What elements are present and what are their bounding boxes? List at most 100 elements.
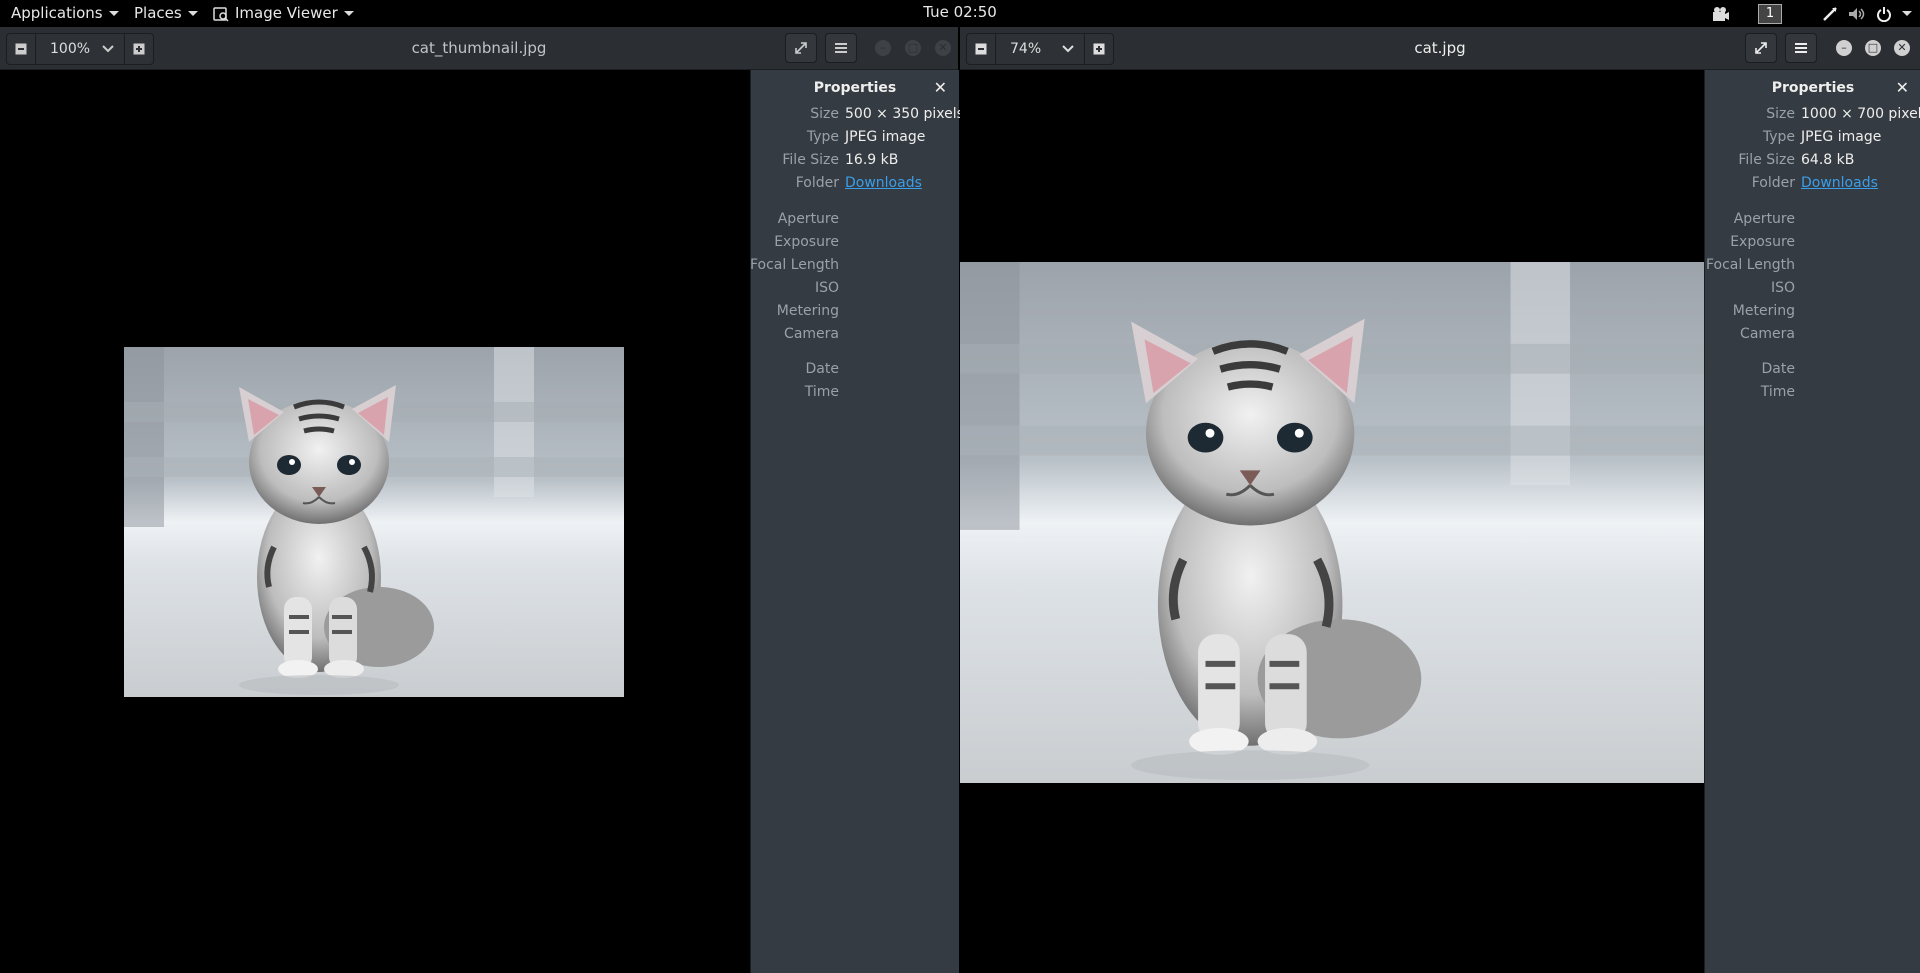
- property-key: Size: [1766, 106, 1795, 122]
- property-key: Folder: [795, 175, 839, 191]
- zoom-control: 74%: [966, 33, 1114, 65]
- window-cat-thumbnail: cat_thumbnail.jpg 100% – □ ✕ Properties …: [0, 27, 964, 973]
- property-row: File Size 16.9 kB: [751, 152, 959, 172]
- property-value: 16.9 kB: [845, 152, 899, 168]
- exif-row: Camera: [751, 326, 959, 346]
- exif-key: Camera: [1740, 326, 1795, 342]
- date-row: Date: [751, 361, 959, 381]
- property-row: Type JPEG image: [1705, 129, 1920, 149]
- chevron-down-icon: [1062, 45, 1074, 53]
- hamburger-menu-button[interactable]: [825, 33, 857, 63]
- property-value: 500 × 350 pixels: [845, 106, 964, 122]
- time-key: Time: [1760, 384, 1795, 400]
- minimize-button[interactable]: –: [875, 40, 891, 56]
- zoom-level-select[interactable]: 100%: [35, 34, 125, 64]
- zoom-control: 100%: [6, 33, 154, 65]
- time-row: Time: [751, 384, 959, 404]
- workspace-indicator[interactable]: 1: [1758, 3, 1782, 24]
- zoom-out-button[interactable]: [7, 34, 35, 64]
- system-tray: 1: [1712, 0, 1912, 27]
- close-icon: ✕: [1897, 41, 1907, 54]
- caret-down-icon[interactable]: [1902, 11, 1912, 16]
- zoom-in-icon: [1093, 43, 1105, 55]
- kitten-image: [960, 262, 1704, 783]
- window-cat: cat.jpg 74% – □ ✕ Properties ✕ Size 1000…: [960, 27, 1920, 973]
- exif-row: ISO: [1705, 280, 1920, 300]
- volume-icon[interactable]: [1848, 6, 1866, 22]
- close-icon: ✕: [938, 41, 948, 54]
- property-value: 1000 × 700 pixels: [1801, 106, 1920, 122]
- exif-key: ISO: [814, 280, 839, 296]
- property-row: Folder Downloads: [1705, 175, 1920, 195]
- minimize-icon: –: [880, 41, 886, 54]
- network-icon[interactable]: [1822, 6, 1838, 22]
- zoom-in-button[interactable]: [1085, 34, 1113, 64]
- minimize-icon: –: [1841, 41, 1847, 54]
- zoom-level-value: 74%: [1010, 41, 1042, 57]
- fullscreen-icon: [1755, 42, 1767, 54]
- property-value: JPEG image: [1801, 129, 1882, 145]
- folder-link[interactable]: Downloads: [845, 175, 922, 191]
- properties-panel: Properties ✕ Size 1000 × 700 pixels Type J…: [1704, 70, 1920, 973]
- exif-row: Exposure: [1705, 234, 1920, 254]
- maximize-button[interactable]: □: [905, 40, 921, 56]
- exif-key: Camera: [784, 326, 839, 342]
- close-button[interactable]: ✕: [935, 40, 951, 56]
- image-canvas[interactable]: [0, 70, 750, 973]
- property-row: Folder Downloads: [751, 175, 959, 195]
- camera-icon[interactable]: [1712, 6, 1730, 22]
- maximize-icon: □: [1867, 41, 1879, 54]
- zoom-out-button[interactable]: [967, 34, 995, 64]
- exif-key: Focal Length: [1705, 257, 1795, 273]
- property-row: Type JPEG image: [751, 129, 959, 149]
- image-canvas[interactable]: [960, 70, 1704, 973]
- date-key: Date: [1761, 361, 1795, 377]
- clock[interactable]: Tue 02:50: [0, 0, 1920, 25]
- folder-link[interactable]: Downloads: [1801, 175, 1878, 191]
- fullscreen-icon: [795, 42, 807, 54]
- maximize-icon: □: [907, 41, 919, 54]
- close-properties-icon[interactable]: ✕: [1896, 78, 1909, 97]
- exif-row: Aperture: [1705, 211, 1920, 231]
- hamburger-menu-button[interactable]: [1785, 33, 1817, 63]
- zoom-out-icon: [975, 43, 987, 55]
- zoom-out-icon: [15, 43, 27, 55]
- exif-row: Focal Length: [1705, 257, 1920, 277]
- fullscreen-button[interactable]: [785, 33, 817, 63]
- time-row: Time: [1705, 384, 1920, 404]
- properties-panel: Properties ✕ Size 500 × 350 pixels Type JP…: [749, 70, 964, 973]
- minimize-button[interactable]: –: [1836, 40, 1852, 56]
- property-key: File Size: [1738, 152, 1795, 168]
- exif-row: Metering: [1705, 303, 1920, 323]
- top-bar: Applications Places Image Viewer Tue 02:…: [0, 0, 1920, 27]
- property-value: JPEG image: [845, 129, 926, 145]
- properties-title: Properties: [813, 80, 897, 96]
- zoom-in-icon: [133, 43, 145, 55]
- power-icon[interactable]: [1876, 6, 1892, 22]
- exif-row: ISO: [751, 280, 959, 300]
- exif-row: Exposure: [751, 234, 959, 254]
- exif-key: Metering: [1732, 303, 1795, 319]
- zoom-level-select[interactable]: 74%: [995, 34, 1085, 64]
- exif-key: ISO: [1770, 280, 1795, 296]
- maximize-button[interactable]: □: [1865, 40, 1881, 56]
- fullscreen-button[interactable]: [1745, 33, 1777, 63]
- exif-row: Metering: [751, 303, 959, 323]
- zoom-in-button[interactable]: [125, 34, 153, 64]
- exif-key: Aperture: [777, 211, 839, 227]
- exif-key: Exposure: [774, 234, 839, 250]
- close-properties-icon[interactable]: ✕: [934, 78, 947, 97]
- exif-key: Metering: [776, 303, 839, 319]
- property-key: File Size: [782, 152, 839, 168]
- kitten-image: [124, 347, 624, 697]
- property-key: Folder: [1751, 175, 1795, 191]
- exif-key: Focal Length: [749, 257, 839, 273]
- exif-row: Camera: [1705, 326, 1920, 346]
- zoom-level-value: 100%: [50, 41, 91, 57]
- close-button[interactable]: ✕: [1894, 40, 1910, 56]
- property-value: 64.8 kB: [1801, 152, 1855, 168]
- header-bar: cat.jpg 74% – □ ✕: [960, 27, 1920, 70]
- property-key: Type: [1762, 129, 1795, 145]
- time-key: Time: [804, 384, 839, 400]
- property-key: Size: [810, 106, 839, 122]
